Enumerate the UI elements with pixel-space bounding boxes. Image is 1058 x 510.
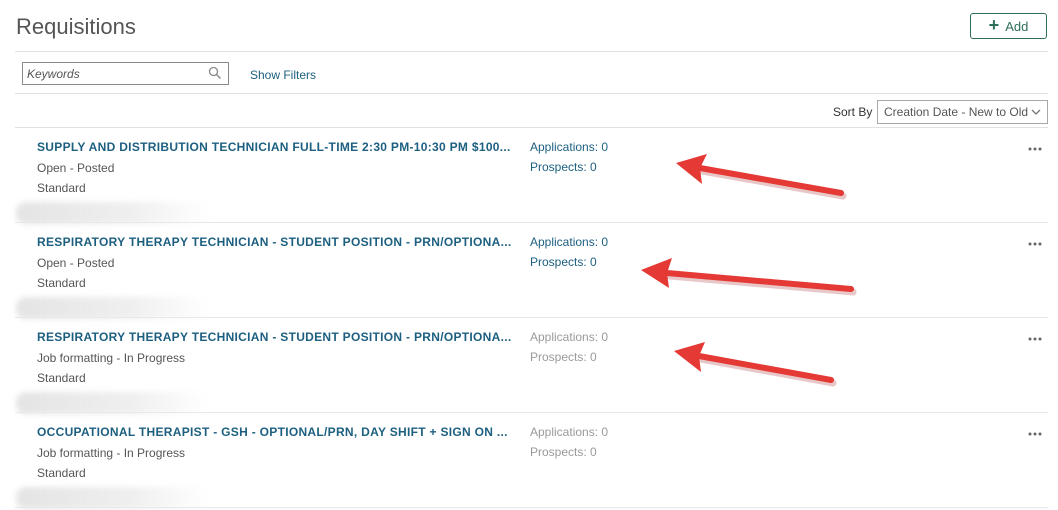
chevron-down-icon <box>1031 109 1041 115</box>
requisition-type: Standard <box>37 466 86 480</box>
header-divider <box>15 51 1048 52</box>
add-button[interactable]: + Add <box>970 13 1047 39</box>
search-input[interactable] <box>27 64 207 83</box>
prospects-link[interactable]: Prospects: 0 <box>530 350 597 364</box>
sort-select-value: Creation Date - New to Old <box>884 105 1029 119</box>
prospects-link[interactable]: Prospects: 0 <box>530 160 597 174</box>
sort-by-label: Sort By <box>833 105 873 119</box>
page-title: Requisitions <box>16 14 136 39</box>
requisition-status: Job formatting - In Progress <box>37 446 186 460</box>
requisition-row[interactable]: RESPIRATORY THERAPY TECHNICIAN - STUDENT… <box>0 318 1058 414</box>
add-button-label: Add <box>1005 18 1029 34</box>
redacted-text <box>16 297 208 319</box>
applications-link[interactable]: Applications: 0 <box>530 235 608 249</box>
requisition-title[interactable]: OCCUPATIONAL THERAPIST - GSH - OPTIONAL/… <box>37 425 508 439</box>
more-icon[interactable] <box>1027 241 1043 247</box>
requisition-type: Standard <box>37 371 86 385</box>
requisition-status: Open - Posted <box>37 256 115 270</box>
plus-icon: + <box>988 15 1000 35</box>
applications-link[interactable]: Applications: 0 <box>530 140 608 154</box>
filters-divider <box>15 93 1048 94</box>
requisition-title[interactable]: RESPIRATORY THERAPY TECHNICIAN - STUDENT… <box>37 330 512 344</box>
search-icon[interactable] <box>208 66 222 80</box>
requisition-type: Standard <box>37 181 86 195</box>
page-header: Requisitions + Add <box>0 0 1058 52</box>
redacted-text <box>16 487 208 509</box>
more-icon[interactable] <box>1027 431 1043 437</box>
requisition-row[interactable]: RESPIRATORY THERAPY TECHNICIAN - STUDENT… <box>0 223 1058 319</box>
show-filters-link[interactable]: Show Filters <box>250 68 316 82</box>
requisition-type: Standard <box>37 276 86 290</box>
redacted-text <box>16 202 208 224</box>
applications-link[interactable]: Applications: 0 <box>530 330 608 344</box>
row-divider <box>15 507 1048 508</box>
requisition-title[interactable]: RESPIRATORY THERAPY TECHNICIAN - STUDENT… <box>37 235 512 249</box>
prospects-link[interactable]: Prospects: 0 <box>530 255 597 269</box>
more-icon[interactable] <box>1027 336 1043 342</box>
requisition-status: Job formatting - In Progress <box>37 351 186 365</box>
requisition-row[interactable]: OCCUPATIONAL THERAPIST - GSH - OPTIONAL/… <box>0 413 1058 509</box>
search-box[interactable] <box>22 62 229 85</box>
requisition-row[interactable]: SUPPLY AND DISTRIBUTION TECHNICIAN FULL-… <box>0 128 1058 224</box>
applications-link[interactable]: Applications: 0 <box>530 425 608 439</box>
redacted-text <box>16 392 208 414</box>
sort-select[interactable]: Creation Date - New to Old <box>877 100 1048 124</box>
more-icon[interactable] <box>1027 146 1043 152</box>
requisition-status: Open - Posted <box>37 161 115 175</box>
prospects-link[interactable]: Prospects: 0 <box>530 445 597 459</box>
requisition-title[interactable]: SUPPLY AND DISTRIBUTION TECHNICIAN FULL-… <box>37 140 511 154</box>
